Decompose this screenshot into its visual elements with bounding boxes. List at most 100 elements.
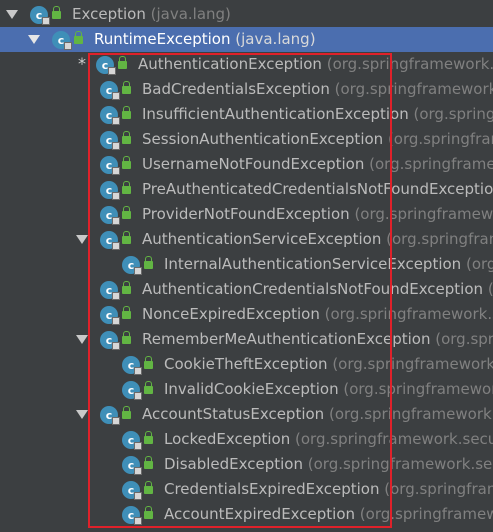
expand-arrow-icon[interactable]	[76, 410, 88, 419]
expand-arrow-icon[interactable]	[28, 35, 40, 44]
public-lock-icon	[144, 506, 153, 519]
tree-row[interactable]: c LockedException (org.springframework.se…	[0, 427, 493, 452]
package-name: (org.springframework.se	[324, 305, 493, 323]
class-name: CredentialsExpiredException	[164, 480, 380, 498]
package-name: (org.springframew	[359, 505, 493, 523]
public-lock-icon	[122, 181, 131, 194]
public-lock-icon	[122, 231, 131, 244]
class-icon: c	[122, 481, 142, 500]
class-label: ProviderNotFoundException (org.springfra…	[142, 205, 493, 223]
class-name: AuthenticationServiceException	[142, 230, 382, 248]
class-label: InvalidCookieException (org.springframew…	[164, 380, 493, 398]
tree-row[interactable]: c Exception (java.lang)	[0, 2, 493, 27]
public-lock-icon	[122, 281, 131, 294]
class-icon: c	[122, 431, 142, 450]
public-lock-icon	[122, 406, 131, 419]
class-name: UsernameNotFoundException	[142, 155, 365, 173]
public-lock-icon	[144, 356, 153, 369]
package-name: (org.springframework.	[332, 355, 493, 373]
public-lock-icon	[122, 206, 131, 219]
class-icon: c	[100, 156, 120, 175]
tree-row[interactable]: c NonceExpiredException (org.springframew…	[0, 302, 493, 327]
class-icon: c	[52, 31, 72, 50]
class-icon: c	[122, 506, 142, 525]
class-icon: c	[30, 6, 50, 25]
class-icon: c	[100, 306, 120, 325]
tree-row[interactable]: c RuntimeException (java.lang)	[0, 27, 493, 52]
public-lock-icon	[122, 156, 131, 169]
abstract-class-icon: c	[100, 406, 120, 425]
class-label: DisabledException (org.springframework.s…	[164, 455, 493, 473]
class-label: Exception (java.lang)	[72, 5, 231, 23]
tree-row[interactable]: c DisabledException (org.springframework.…	[0, 452, 493, 477]
package-name: (org.	[488, 280, 493, 298]
public-lock-icon	[74, 31, 83, 44]
tree-row[interactable]: c AccountStatusException (org.springframe…	[0, 402, 493, 427]
class-label: CookieTheftException (org.springframewor…	[164, 355, 493, 373]
tree-row[interactable]: c BadCredentialsException (org.springfram…	[0, 77, 493, 102]
class-icon: c	[100, 206, 120, 225]
package-name: (org.springframework	[343, 380, 493, 398]
public-lock-icon	[122, 306, 131, 319]
public-lock-icon	[144, 456, 153, 469]
package-name: (org.springframework.secu	[307, 455, 493, 473]
class-name: RememberMeAuthenticationException	[142, 330, 431, 348]
package-name: (org.springframework.secur	[295, 430, 493, 448]
tree-row[interactable]: c CookieTheftException (org.springframewo…	[0, 352, 493, 377]
tree-row[interactable]: c RememberMeAuthenticationException (org.…	[0, 327, 493, 352]
class-name: RuntimeException	[94, 30, 231, 48]
class-label: LockedException (org.springframework.sec…	[164, 430, 493, 448]
class-icon: c	[122, 356, 142, 375]
public-lock-icon	[144, 431, 153, 444]
class-label: AccountExpiredException (org.springframe…	[164, 505, 493, 523]
class-label: InsufficientAuthenticationException (org…	[142, 105, 493, 123]
tree-row[interactable]: c AuthenticationCredentialsNotFoundExcept…	[0, 277, 493, 302]
package-name: (org.springframewo	[354, 205, 493, 223]
marker-text: *	[78, 54, 86, 73]
class-name: InternalAuthenticationServiceException	[164, 255, 462, 273]
class-icon: c	[100, 131, 120, 150]
public-lock-icon	[144, 256, 153, 269]
package-name: (org.springframework.s	[328, 405, 493, 423]
class-icon: c	[122, 381, 142, 400]
class-label: PreAuthenticatedCredentialsNotFoundExcep…	[142, 180, 493, 198]
public-lock-icon	[122, 81, 131, 94]
tree-row[interactable]: c UsernameNotFoundException (org.springfr…	[0, 152, 493, 177]
package-name: (org.spring	[435, 330, 493, 348]
tree-row[interactable]: c AccountExpiredException (org.springfram…	[0, 502, 493, 527]
tree-row[interactable]: * c AuthenticationException (org.springfra…	[0, 52, 493, 77]
tree-row[interactable]: c PreAuthenticatedCredentialsNotFoundExce…	[0, 177, 493, 202]
class-label: NonceExpiredException (org.springframewo…	[142, 305, 493, 323]
expand-arrow-icon[interactable]	[76, 235, 88, 244]
tree-row[interactable]: c InvalidCookieException (org.springframe…	[0, 377, 493, 402]
public-lock-icon	[144, 481, 153, 494]
class-label: RememberMeAuthenticationException (org.s…	[142, 330, 493, 348]
class-name: AuthenticationException	[138, 55, 322, 73]
class-label: CredentialsExpiredException (org.springf…	[164, 480, 493, 498]
class-name: PreAuthenticatedCredentialsNotFoundExcep…	[142, 180, 493, 198]
tree-row[interactable]: c CredentialsExpiredException (org.spring…	[0, 477, 493, 502]
class-label: BadCredentialsException (org.springframe…	[142, 80, 493, 98]
package-name: (org.springframe	[386, 230, 493, 248]
tree-row[interactable]: c SessionAuthenticationException (org.spr…	[0, 127, 493, 152]
class-name: SessionAuthenticationException	[142, 130, 384, 148]
class-hierarchy-tree[interactable]: c Exception (java.lang) c RuntimeException …	[0, 0, 493, 532]
package-name: (java.lang)	[235, 30, 316, 48]
expand-arrow-icon[interactable]	[76, 335, 88, 344]
class-icon: c	[122, 456, 142, 475]
class-icon: c	[100, 106, 120, 125]
class-name: InvalidCookieException	[164, 380, 339, 398]
class-name: InsufficientAuthenticationException	[142, 105, 409, 123]
package-name: (org.springframework.se	[326, 55, 493, 73]
package-name: (org.springframework.s	[334, 80, 493, 98]
class-name: Exception	[72, 5, 146, 23]
package-name: (java.lang)	[150, 5, 231, 23]
expand-arrow-icon[interactable]	[6, 10, 18, 19]
package-name: (org.	[465, 255, 493, 273]
tree-row[interactable]: c AuthenticationServiceException (org.spr…	[0, 227, 493, 252]
class-name: AuthenticationCredentialsNotFoundExcepti…	[142, 280, 484, 298]
tree-row[interactable]: c InsufficientAuthenticationException (or…	[0, 102, 493, 127]
tree-row[interactable]: c ProviderNotFoundException (org.springfr…	[0, 202, 493, 227]
class-icon: c	[122, 256, 142, 275]
tree-row[interactable]: c InternalAuthenticationServiceException …	[0, 252, 493, 277]
